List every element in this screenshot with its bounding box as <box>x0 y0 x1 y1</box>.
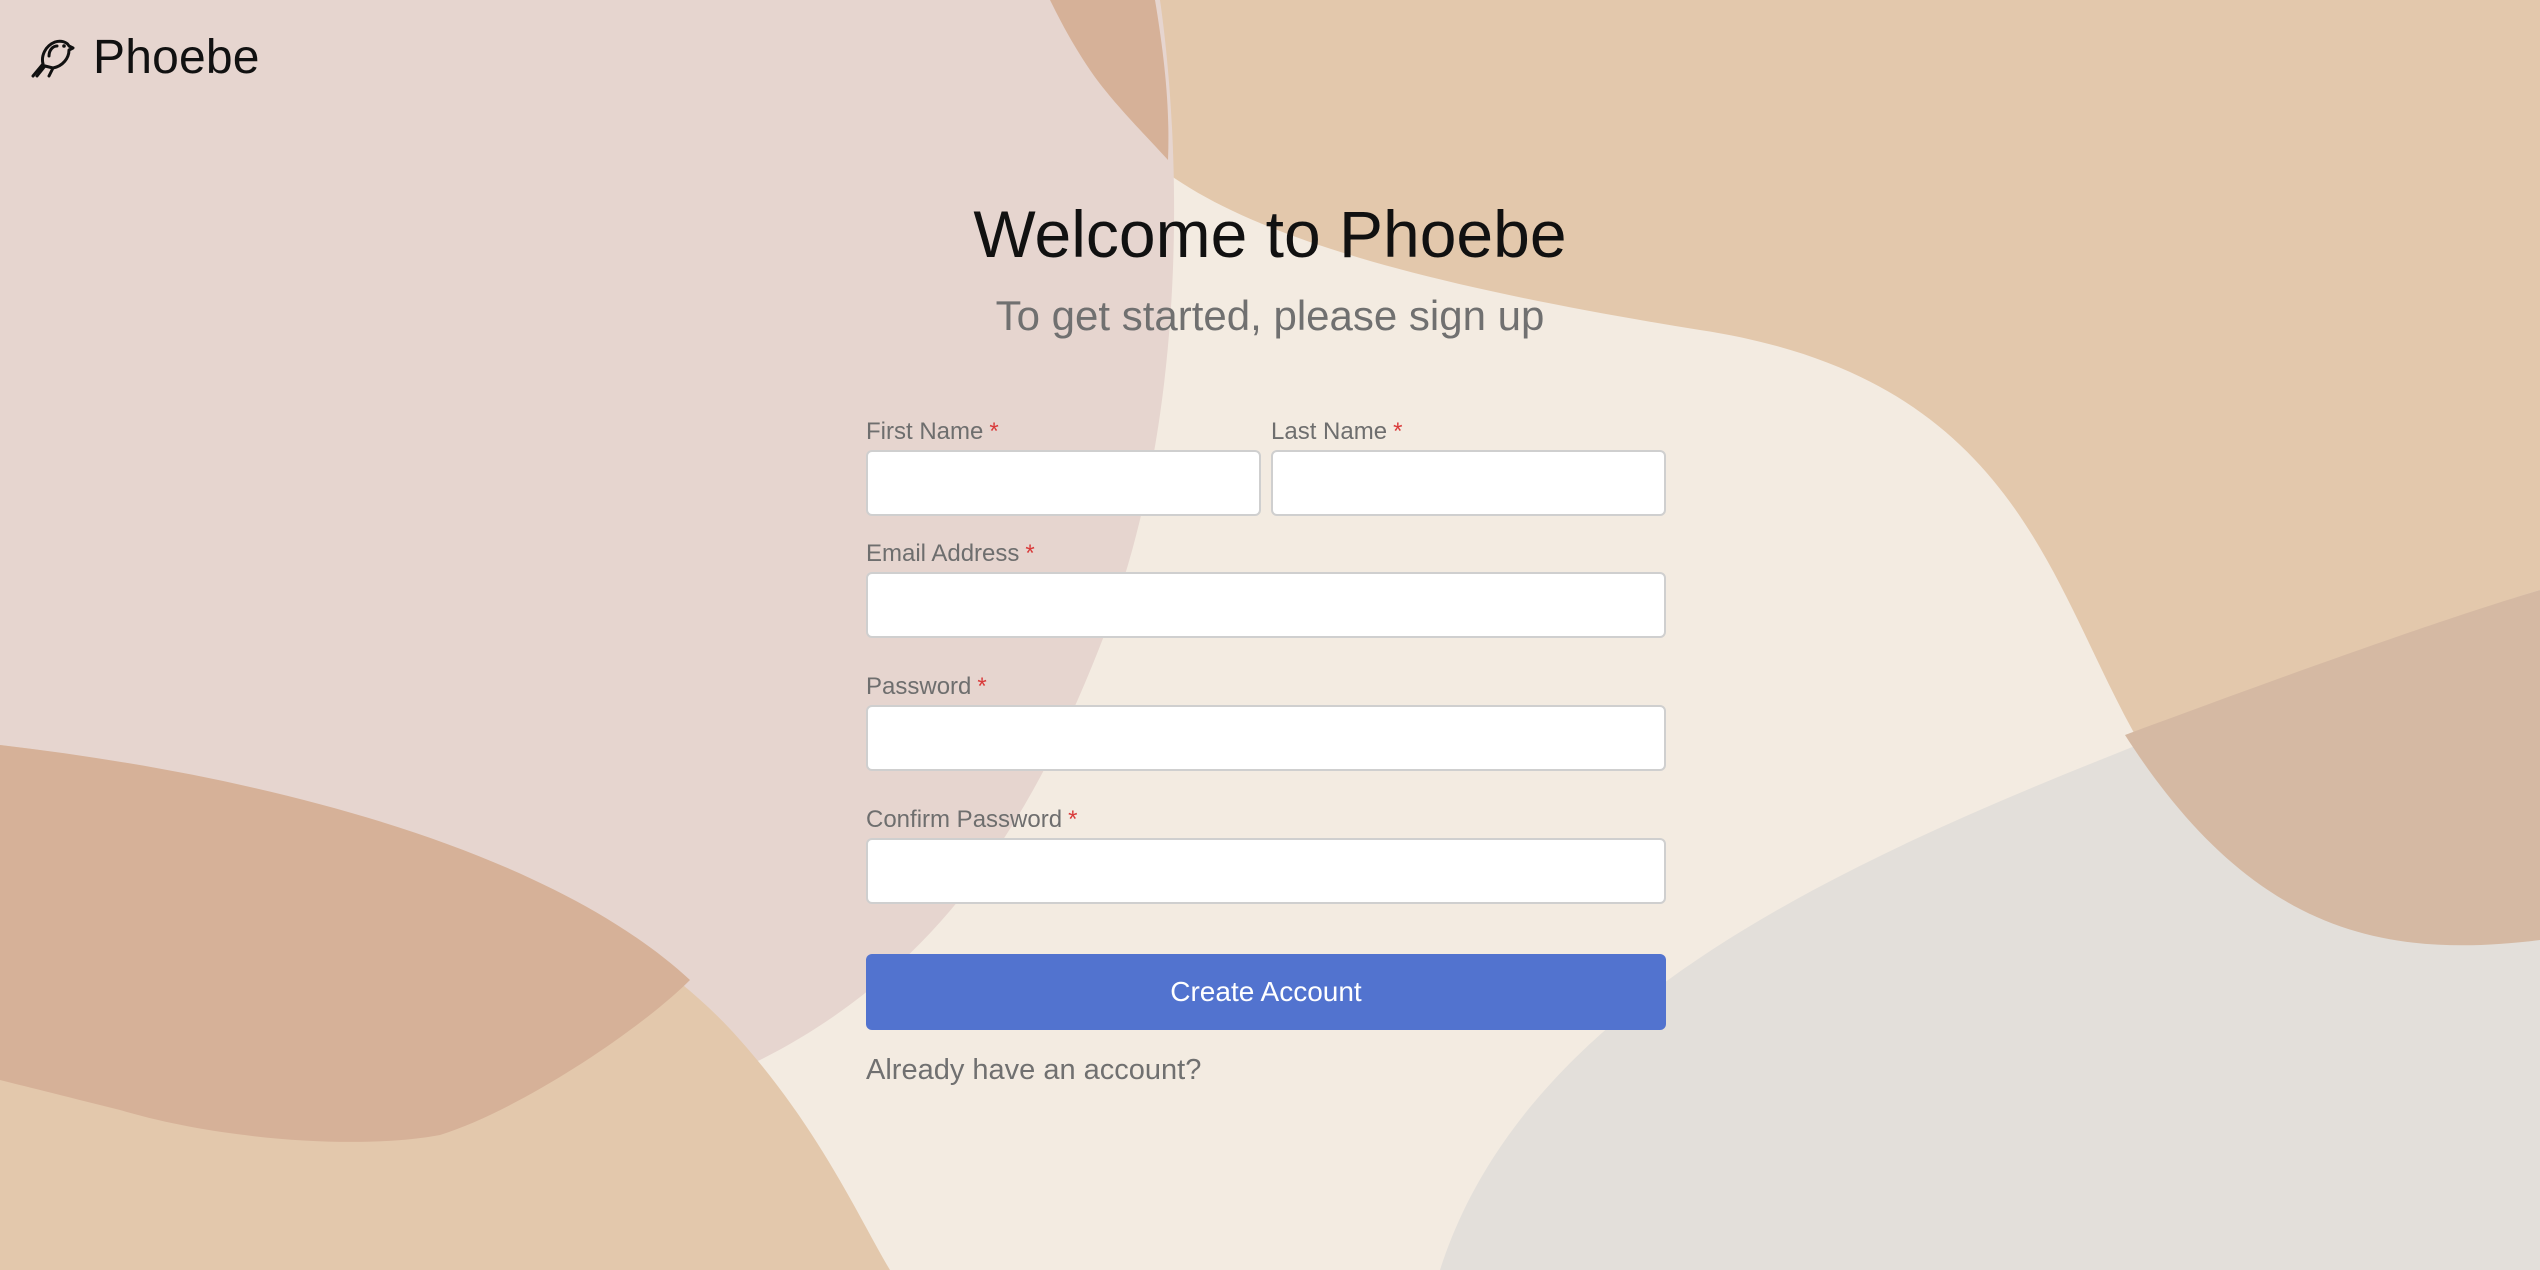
email-input[interactable] <box>866 572 1666 638</box>
page-title: Welcome to Phoebe <box>973 197 1567 271</box>
first-name-input[interactable] <box>866 450 1261 516</box>
last-name-label: Last Name * <box>1271 414 1666 450</box>
last-name-group: Last Name * <box>1271 414 1666 516</box>
confirm-password-label-text: Confirm Password <box>866 806 1063 833</box>
required-marker: * <box>977 673 987 700</box>
signup-form: First Name * Last Name * Email Address * Pa… <box>866 414 1666 1087</box>
app-header: Phoebe <box>27 30 260 85</box>
required-marker: * <box>1025 540 1035 567</box>
first-name-label: First Name * <box>866 414 1261 450</box>
email-label-text: Email Address <box>866 540 1020 567</box>
email-group: Email Address * <box>866 536 1666 638</box>
first-name-label-text: First Name <box>866 418 984 445</box>
confirm-password-group: Confirm Password * <box>866 802 1666 904</box>
name-row: First Name * Last Name * <box>866 414 1666 516</box>
create-account-button[interactable]: Create Account <box>866 954 1666 1030</box>
page-subtitle: To get started, please sign up <box>995 292 1545 339</box>
required-marker: * <box>989 418 999 445</box>
password-input[interactable] <box>866 705 1666 771</box>
last-name-label-text: Last Name <box>1271 418 1388 445</box>
bird-icon <box>31 39 75 77</box>
password-label: Password * <box>866 669 1666 705</box>
email-label: Email Address * <box>866 536 1666 572</box>
required-marker: * <box>1393 418 1403 445</box>
last-name-input[interactable] <box>1271 450 1666 516</box>
password-label-text: Password <box>866 673 972 700</box>
confirm-password-label: Confirm Password * <box>866 802 1666 838</box>
brand-name: Phoebe <box>93 31 260 84</box>
signin-link[interactable]: Already have an account? <box>866 1054 1666 1087</box>
required-marker: * <box>1068 806 1078 833</box>
first-name-group: First Name * <box>866 414 1261 516</box>
confirm-password-input[interactable] <box>866 838 1666 904</box>
password-group: Password * <box>866 669 1666 771</box>
